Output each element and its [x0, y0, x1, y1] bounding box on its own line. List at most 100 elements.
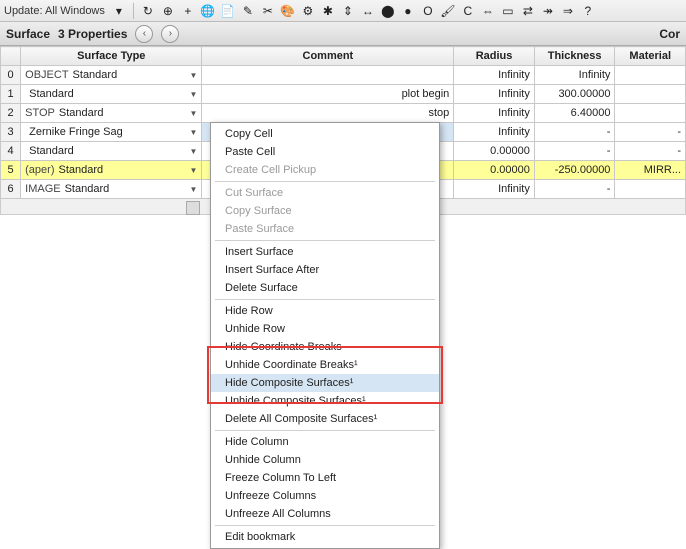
- radius-cell[interactable]: 0.00000: [454, 142, 535, 161]
- toolbar-icon[interactable]: ⬤: [380, 3, 396, 19]
- surface-tab[interactable]: Surface: [6, 27, 50, 41]
- toolbar-icon[interactable]: ⇄: [520, 3, 536, 19]
- surface-type-cell[interactable]: Zernike Fringe Sag▼: [21, 123, 202, 142]
- toolbar-icon[interactable]: 🎨: [280, 3, 296, 19]
- dropdown-icon[interactable]: ▼: [190, 185, 198, 194]
- radius-cell[interactable]: Infinity: [454, 123, 535, 142]
- toolbar-icon[interactable]: O: [420, 3, 436, 19]
- toolbar-icon[interactable]: ⇔: [480, 3, 496, 19]
- menu-item[interactable]: Unhide Column: [211, 451, 439, 469]
- row-index[interactable]: 6: [1, 180, 21, 199]
- row-index[interactable]: 3: [1, 123, 21, 142]
- surface-type-cell[interactable]: Standard▼: [21, 142, 202, 161]
- material-cell[interactable]: MIRR...: [615, 161, 686, 180]
- menu-item[interactable]: Unhide Row: [211, 320, 439, 338]
- table-row: 1Standard▼plot beginInfinity300.00000: [1, 85, 686, 104]
- thickness-cell[interactable]: -250.00000: [534, 161, 615, 180]
- thickness-cell[interactable]: -: [534, 123, 615, 142]
- surface-type-cell[interactable]: Standard▼: [21, 85, 202, 104]
- radius-cell[interactable]: Infinity: [454, 180, 535, 199]
- row-index[interactable]: 4: [1, 142, 21, 161]
- nav-next-button[interactable]: ›: [161, 25, 179, 43]
- thickness-cell[interactable]: 6.40000: [534, 104, 615, 123]
- toolbar-icon[interactable]: ⚙: [300, 3, 316, 19]
- thickness-cell[interactable]: -: [534, 142, 615, 161]
- header-comment[interactable]: Comment: [202, 47, 454, 66]
- menu-item[interactable]: Insert Surface After: [211, 261, 439, 279]
- toolbar-icon[interactable]: 📄: [220, 3, 236, 19]
- dropdown-icon[interactable]: ▼: [190, 71, 198, 80]
- menu-item[interactable]: Edit bookmark: [211, 528, 439, 546]
- dropdown-icon[interactable]: ▼: [190, 128, 198, 137]
- material-cell[interactable]: [615, 104, 686, 123]
- toolbar-icon[interactable]: ✱: [320, 3, 336, 19]
- dropdown-icon[interactable]: ▼: [190, 147, 198, 156]
- menu-item[interactable]: Hide Row: [211, 302, 439, 320]
- toolbar-icon[interactable]: ?: [580, 3, 596, 19]
- material-cell[interactable]: -: [615, 123, 686, 142]
- radius-cell[interactable]: Infinity: [454, 104, 535, 123]
- thickness-cell[interactable]: 300.00000: [534, 85, 615, 104]
- radius-cell[interactable]: Infinity: [454, 66, 535, 85]
- surface-type-cell[interactable]: (aper)Standard▼: [21, 161, 202, 180]
- menu-item[interactable]: Delete All Composite Surfaces¹: [211, 410, 439, 428]
- menu-item[interactable]: Insert Surface: [211, 243, 439, 261]
- header-material[interactable]: Material: [615, 47, 686, 66]
- menu-item[interactable]: Unfreeze Columns: [211, 487, 439, 505]
- toolbar-icon[interactable]: ↔: [360, 3, 376, 19]
- update-dropdown-icon[interactable]: ▾: [111, 3, 127, 19]
- surface-type-cell[interactable]: OBJECTStandard▼: [21, 66, 202, 85]
- surface-type-cell[interactable]: STOPStandard▼: [21, 104, 202, 123]
- toolbar-icon[interactable]: ●: [400, 3, 416, 19]
- menu-item[interactable]: Hide Coordinate Breaks: [211, 338, 439, 356]
- menu-item[interactable]: Delete Surface: [211, 279, 439, 297]
- menu-item[interactable]: Copy Cell: [211, 125, 439, 143]
- nav-prev-button[interactable]: ‹: [135, 25, 153, 43]
- menu-item[interactable]: Hide Column: [211, 433, 439, 451]
- dropdown-icon[interactable]: ▼: [190, 90, 198, 99]
- toolbar-icon[interactable]: 🖌: [440, 3, 456, 19]
- comment-cell[interactable]: plot begin: [202, 85, 454, 104]
- menu-item[interactable]: Unhide Coordinate Breaks¹: [211, 356, 439, 374]
- row-index[interactable]: 1: [1, 85, 21, 104]
- material-cell[interactable]: -: [615, 142, 686, 161]
- header-radius[interactable]: Radius: [454, 47, 535, 66]
- surface-label: STOP: [25, 107, 55, 119]
- comment-cell[interactable]: [202, 66, 454, 85]
- menu-item[interactable]: Unhide Composite Surfaces¹: [211, 392, 439, 410]
- update-label[interactable]: Update: All Windows: [4, 5, 105, 17]
- comment-cell[interactable]: stop: [202, 104, 454, 123]
- menu-item[interactable]: Unfreeze All Columns: [211, 505, 439, 523]
- menu-item[interactable]: Paste Cell: [211, 143, 439, 161]
- toolbar-icon[interactable]: ✂: [260, 3, 276, 19]
- toolbar-icon[interactable]: ↻: [140, 3, 156, 19]
- row-index[interactable]: 5: [1, 161, 21, 180]
- toolbar-icon[interactable]: C: [460, 3, 476, 19]
- toolbar-icon[interactable]: ⇕: [340, 3, 356, 19]
- toolbar-icon[interactable]: ▭: [500, 3, 516, 19]
- row-index[interactable]: 0: [1, 66, 21, 85]
- toolbar-icon[interactable]: ⊕: [160, 3, 176, 19]
- menu-separator: [215, 299, 435, 300]
- toolbar-icon[interactable]: 🌐: [200, 3, 216, 19]
- menu-item[interactable]: Hide Composite Surfaces¹: [211, 374, 439, 392]
- radius-cell[interactable]: 0.00000: [454, 161, 535, 180]
- material-cell[interactable]: [615, 180, 686, 199]
- dropdown-icon[interactable]: ▼: [190, 109, 198, 118]
- dropdown-icon[interactable]: ▼: [190, 166, 198, 175]
- toolbar-icon[interactable]: ↠: [540, 3, 556, 19]
- menu-item[interactable]: Freeze Column To Left: [211, 469, 439, 487]
- header-surface-type[interactable]: Surface Type: [21, 47, 202, 66]
- toolbar-icon[interactable]: +: [180, 3, 196, 19]
- toolbar-icon[interactable]: ⇒: [560, 3, 576, 19]
- toolbar-icon[interactable]: ✎: [240, 3, 256, 19]
- header-thickness[interactable]: Thickness: [534, 47, 615, 66]
- material-cell[interactable]: [615, 66, 686, 85]
- radius-cell[interactable]: Infinity: [454, 85, 535, 104]
- thickness-cell[interactable]: -: [534, 180, 615, 199]
- properties-title: 3 Properties: [58, 27, 127, 41]
- row-index[interactable]: 2: [1, 104, 21, 123]
- surface-type-cell[interactable]: IMAGEStandard▼: [21, 180, 202, 199]
- thickness-cell[interactable]: Infinity: [534, 66, 615, 85]
- material-cell[interactable]: [615, 85, 686, 104]
